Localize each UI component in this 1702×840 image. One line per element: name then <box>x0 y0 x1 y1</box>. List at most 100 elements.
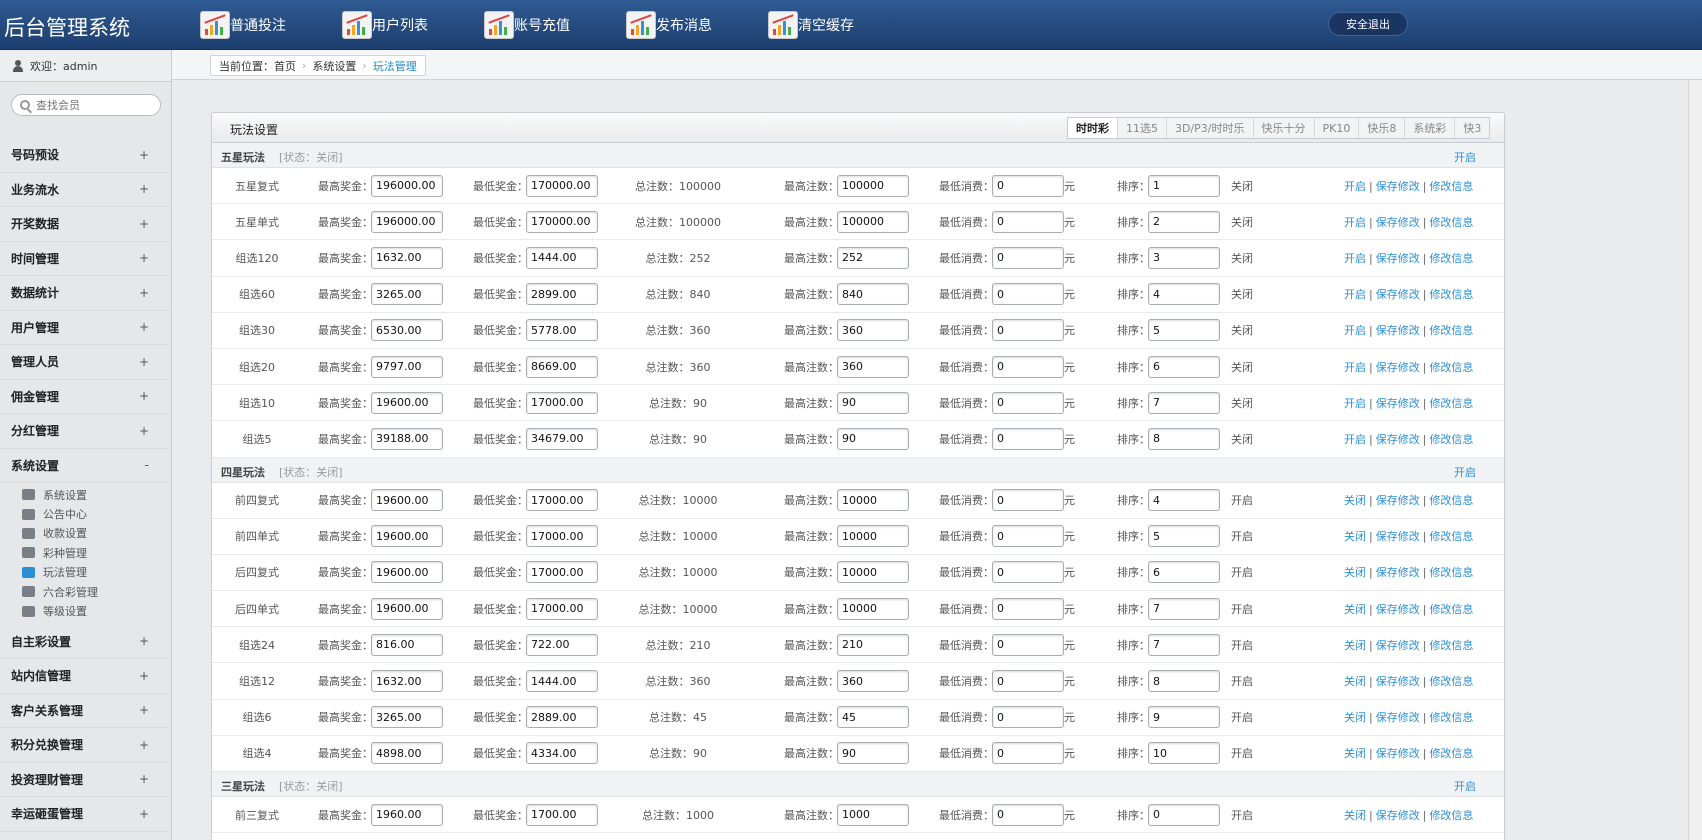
sort-input[interactable] <box>1148 742 1220 765</box>
nav-recharge[interactable]: 账号充值 <box>484 0 626 50</box>
max-count-input[interactable] <box>837 391 909 414</box>
nav-user-list[interactable]: 用户列表 <box>342 0 484 50</box>
sidebar-menu-item[interactable]: 幸运砸蛋管理 + <box>0 797 171 832</box>
min-prize-input[interactable] <box>526 427 598 450</box>
min-spend-input[interactable] <box>992 561 1064 584</box>
lottery-tab[interactable]: 11选5 <box>1118 118 1167 138</box>
save-link[interactable]: 保存修改 <box>1376 288 1420 301</box>
breadcrumb-home[interactable]: 首页 <box>274 58 296 74</box>
toggle-state-link[interactable]: 开启 <box>1344 252 1366 265</box>
max-prize-input[interactable] <box>371 355 443 378</box>
toggle-state-link[interactable]: 关闭 <box>1344 530 1366 543</box>
sort-input[interactable] <box>1148 174 1220 197</box>
max-count-input[interactable] <box>837 210 909 233</box>
max-count-input[interactable] <box>837 803 909 826</box>
nav-clear-cache[interactable]: 清空缓存 <box>768 0 910 50</box>
lottery-tab[interactable]: PK10 <box>1315 118 1360 138</box>
sidebar-menu-item[interactable]: 自主彩设置 + <box>0 625 171 660</box>
sort-input[interactable] <box>1148 706 1220 729</box>
nav-bet[interactable]: 普通投注 <box>200 0 342 50</box>
edit-link[interactable]: 修改信息 <box>1429 288 1473 301</box>
save-link[interactable]: 保存修改 <box>1376 711 1420 724</box>
submenu-item[interactable]: 等级设置 <box>0 601 171 620</box>
submenu-item[interactable]: 玩法管理 <box>0 563 171 582</box>
min-prize-input[interactable] <box>526 803 598 826</box>
sidebar-menu-item[interactable]: 站内信管理 + <box>0 659 171 694</box>
edit-link[interactable]: 修改信息 <box>1429 603 1473 616</box>
lottery-tab[interactable]: 时时彩 <box>1068 118 1118 138</box>
save-link[interactable]: 保存修改 <box>1376 494 1420 507</box>
max-prize-input[interactable] <box>371 427 443 450</box>
max-count-input[interactable] <box>837 283 909 306</box>
sidebar-menu-item[interactable]: 分红管理 + <box>0 414 171 449</box>
min-prize-input[interactable] <box>526 597 598 620</box>
lottery-tab[interactable]: 快3 <box>1455 118 1489 138</box>
min-spend-input[interactable] <box>992 489 1064 512</box>
min-spend-input[interactable] <box>992 283 1064 306</box>
max-prize-input[interactable] <box>371 174 443 197</box>
member-search[interactable] <box>11 94 161 116</box>
save-link[interactable]: 保存修改 <box>1376 252 1420 265</box>
edit-link[interactable]: 修改信息 <box>1429 809 1473 822</box>
min-prize-input[interactable] <box>526 210 598 233</box>
save-link[interactable]: 保存修改 <box>1376 324 1420 337</box>
edit-link[interactable]: 修改信息 <box>1429 361 1473 374</box>
toggle-state-link[interactable]: 开启 <box>1344 288 1366 301</box>
max-prize-input[interactable] <box>371 742 443 765</box>
save-link[interactable]: 保存修改 <box>1376 639 1420 652</box>
edit-link[interactable]: 修改信息 <box>1429 216 1473 229</box>
max-prize-input[interactable] <box>371 489 443 512</box>
edit-link[interactable]: 修改信息 <box>1429 324 1473 337</box>
edit-link[interactable]: 修改信息 <box>1429 639 1473 652</box>
edit-link[interactable]: 修改信息 <box>1429 180 1473 193</box>
save-link[interactable]: 保存修改 <box>1376 603 1420 616</box>
submenu-item[interactable]: 公告中心 <box>0 504 171 523</box>
logout-button[interactable]: 安全退出 <box>1328 12 1408 36</box>
save-link[interactable]: 保存修改 <box>1376 747 1420 760</box>
save-link[interactable]: 保存修改 <box>1376 180 1420 193</box>
edit-link[interactable]: 修改信息 <box>1429 566 1473 579</box>
min-prize-input[interactable] <box>526 489 598 512</box>
min-spend-input[interactable] <box>992 670 1064 693</box>
save-link[interactable]: 保存修改 <box>1376 675 1420 688</box>
max-prize-input[interactable] <box>371 561 443 584</box>
sort-input[interactable] <box>1148 355 1220 378</box>
max-prize-input[interactable] <box>371 210 443 233</box>
max-count-input[interactable] <box>837 319 909 342</box>
max-count-input[interactable] <box>837 246 909 269</box>
min-spend-input[interactable] <box>992 319 1064 342</box>
save-link[interactable]: 保存修改 <box>1376 433 1420 446</box>
group-toggle-link[interactable]: 开启 <box>1454 464 1476 480</box>
toggle-state-link[interactable]: 关闭 <box>1344 747 1366 760</box>
save-link[interactable]: 保存修改 <box>1376 809 1420 822</box>
min-spend-input[interactable] <box>992 742 1064 765</box>
sort-input[interactable] <box>1148 489 1220 512</box>
sort-input[interactable] <box>1148 210 1220 233</box>
sort-input[interactable] <box>1148 283 1220 306</box>
edit-link[interactable]: 修改信息 <box>1429 397 1473 410</box>
sort-input[interactable] <box>1148 597 1220 620</box>
edit-link[interactable]: 修改信息 <box>1429 747 1473 760</box>
lottery-tab[interactable]: 3D/P3/时时乐 <box>1167 118 1254 138</box>
sidebar-menu-item[interactable]: 管理人员 + <box>0 345 171 380</box>
max-prize-input[interactable] <box>371 670 443 693</box>
toggle-state-link[interactable]: 开启 <box>1344 433 1366 446</box>
lottery-tab[interactable]: 快乐8 <box>1359 118 1406 138</box>
toggle-state-link[interactable]: 开启 <box>1344 324 1366 337</box>
sidebar-menu-item[interactable]: 积分兑换管理 + <box>0 728 171 763</box>
sidebar-menu-item[interactable]: 系统设置 - <box>0 449 171 483</box>
max-count-input[interactable] <box>837 355 909 378</box>
min-spend-input[interactable] <box>992 633 1064 656</box>
edit-link[interactable]: 修改信息 <box>1429 252 1473 265</box>
max-count-input[interactable] <box>837 742 909 765</box>
submenu-item[interactable]: 彩种管理 <box>0 543 171 562</box>
min-spend-input[interactable] <box>992 706 1064 729</box>
min-prize-input[interactable] <box>526 174 598 197</box>
toggle-state-link[interactable]: 关闭 <box>1344 639 1366 652</box>
max-prize-input[interactable] <box>371 391 443 414</box>
sidebar-menu-item[interactable]: 开奖数据 + <box>0 207 171 242</box>
sort-input[interactable] <box>1148 803 1220 826</box>
toggle-state-link[interactable]: 关闭 <box>1344 603 1366 616</box>
sort-input[interactable] <box>1148 633 1220 656</box>
max-count-input[interactable] <box>837 706 909 729</box>
